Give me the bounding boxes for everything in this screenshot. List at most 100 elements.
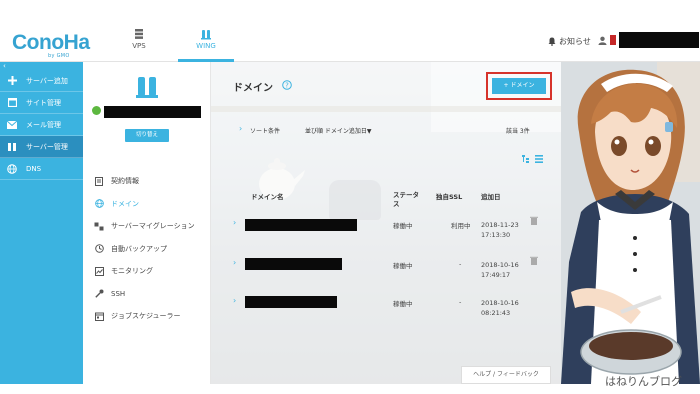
page-title: ドメイン xyxy=(233,83,273,94)
domain-ssl: 利用中 xyxy=(451,222,471,230)
globe-icon xyxy=(6,163,18,174)
menu-item-label: ジョブスケジューラー xyxy=(111,312,181,321)
scheduler-icon xyxy=(93,312,105,321)
main-content: ドメイン ? + ドメイン › ソート条件 並び順 ドメイン追加日▼ 該当 3件… xyxy=(211,62,700,384)
domain-table: ドメイン名 ステータス 独自SSL 追加日 › 稼働中 利用中 2018-11-… xyxy=(233,188,553,317)
bell-icon xyxy=(548,37,556,46)
conoha-logo[interactable]: ConoHa xyxy=(12,31,90,55)
server-name-redacted xyxy=(104,106,201,118)
date-value: 2018-10-16 xyxy=(481,299,519,307)
domain-status: 稼働中 xyxy=(393,222,413,230)
tab-wing-label: WING xyxy=(196,42,216,50)
expand-chevron-icon[interactable]: › xyxy=(233,218,236,227)
switch-server-button[interactable]: 切り替え xyxy=(125,129,169,142)
user-menu[interactable] xyxy=(598,32,699,48)
user-name-redacted xyxy=(619,32,699,48)
help-feedback-button[interactable]: ヘルプ / フィードバック xyxy=(461,366,551,384)
domain-ssl: - xyxy=(459,298,462,306)
domain-name-redacted xyxy=(245,258,342,270)
notifications-button[interactable]: お知らせ xyxy=(548,36,591,47)
domain-ssl: - xyxy=(459,260,462,268)
tab-vps[interactable]: VPS xyxy=(111,28,167,62)
sidebar-item-add-server[interactable]: サーバー追加 xyxy=(0,70,83,92)
tab-vps-label: VPS xyxy=(132,42,146,50)
column-header-status: ステータス xyxy=(393,191,419,208)
domain-added-date: 2018-10-16 08:21:43 xyxy=(481,298,519,318)
date-value: 2018-11-23 xyxy=(481,221,519,229)
list-view-icon[interactable] xyxy=(535,155,543,163)
menu-item-domain[interactable]: ドメイン xyxy=(93,193,211,216)
sidebar-item-site-management[interactable]: サイト管理 xyxy=(0,92,83,114)
main-sidebar: ‹ サーバー追加 サイト管理 メール管理 サーバー管理 DNS xyxy=(0,62,83,384)
monitoring-icon xyxy=(93,266,105,276)
sidebar-collapse-toggle[interactable]: ‹ xyxy=(0,62,83,70)
sidebar-item-server-management[interactable]: サーバー管理 xyxy=(0,136,83,158)
date-value: 2018-10-16 xyxy=(481,261,519,269)
column-header-domain: ドメイン名 xyxy=(251,193,284,201)
sidebar-item-label: DNS xyxy=(26,164,42,173)
add-domain-highlight: + ドメイン xyxy=(486,72,552,100)
domain-added-date: 2018-11-23 17:13:30 xyxy=(481,220,519,240)
menu-item-job-scheduler[interactable]: ジョブスケジューラー xyxy=(93,305,211,328)
menu-item-ssh[interactable]: SSH xyxy=(93,283,211,306)
result-count: 該当 3件 xyxy=(506,128,530,135)
sidebar-item-label: メール管理 xyxy=(26,120,61,129)
tab-wing[interactable]: WING xyxy=(178,28,234,62)
menu-item-label: 自動バックアップ xyxy=(111,244,167,253)
globe-icon xyxy=(93,199,105,209)
menu-item-label: SSH xyxy=(111,289,126,298)
domain-status: 稼働中 xyxy=(393,262,413,270)
sort-order-select[interactable]: 並び順 ドメイン追加日▼ xyxy=(305,126,372,135)
table-header: ドメイン名 ステータス 独自SSL 追加日 xyxy=(233,188,553,212)
table-row[interactable]: › 稼働中 利用中 2018-11-23 17:13:30 xyxy=(233,216,553,252)
menu-item-server-migration[interactable]: サーバーマイグレーション xyxy=(93,215,211,238)
menu-item-label: ドメイン xyxy=(111,199,139,208)
key-icon xyxy=(93,289,105,298)
table-row[interactable]: › 稼働中 - 2018-10-16 08:21:43 xyxy=(233,294,553,330)
domain-name-redacted xyxy=(245,219,357,231)
trash-icon[interactable] xyxy=(530,256,538,265)
migration-icon xyxy=(93,222,105,231)
column-header-ssl: 独自SSL xyxy=(436,193,463,201)
chevron-right-icon: › xyxy=(239,124,243,133)
sidebar-item-dns[interactable]: DNS xyxy=(0,158,83,180)
wing-server-icon xyxy=(201,30,211,40)
help-icon[interactable]: ? xyxy=(282,80,292,90)
time-value: 17:13:30 xyxy=(481,231,511,239)
contract-icon xyxy=(93,176,105,186)
server-submenu-panel: 切り替え 契約情報 ドメイン サーバーマイグレーション 自動バックアップ モニタ… xyxy=(83,62,211,384)
backup-icon xyxy=(93,244,105,254)
time-value: 17:49:17 xyxy=(481,271,511,279)
view-toggle xyxy=(522,155,543,163)
menu-item-auto-backup[interactable]: 自動バックアップ xyxy=(93,238,211,261)
add-domain-button[interactable]: + ドメイン xyxy=(492,78,546,94)
server-icon xyxy=(6,142,18,152)
menu-item-label: サーバーマイグレーション xyxy=(111,222,195,231)
sidebar-item-label: サーバー追加 xyxy=(26,76,68,85)
server-grid-icon xyxy=(135,29,143,39)
trash-icon[interactable] xyxy=(530,216,538,225)
logo-subtext: by GMO xyxy=(48,53,70,59)
tree-view-icon[interactable] xyxy=(522,155,530,163)
top-bar: ConoHa by GMO VPS WING お知らせ xyxy=(0,22,700,62)
expand-chevron-icon[interactable]: › xyxy=(233,258,236,267)
sidebar-item-label: サイト管理 xyxy=(26,98,61,107)
server-menu: 契約情報 ドメイン サーバーマイグレーション 自動バックアップ モニタリング S… xyxy=(93,170,211,328)
menu-item-contract[interactable]: 契約情報 xyxy=(93,170,211,193)
sort-label: ソート条件 xyxy=(250,128,281,135)
server-status-indicator xyxy=(92,106,101,115)
mail-icon xyxy=(6,120,18,129)
expand-chevron-icon[interactable]: › xyxy=(233,296,236,305)
domain-name-redacted xyxy=(245,296,337,308)
maid-character-illustration xyxy=(561,62,700,384)
notifications-label: お知らせ xyxy=(559,37,591,46)
time-value: 08:21:43 xyxy=(481,309,511,317)
sort-bar[interactable]: › ソート条件 並び順 ドメイン追加日▼ 該当 3件 xyxy=(236,124,556,136)
window-icon xyxy=(6,98,18,107)
svg-text:?: ? xyxy=(285,82,289,90)
domain-added-date: 2018-10-16 17:49:17 xyxy=(481,260,519,280)
menu-item-monitoring[interactable]: モニタリング xyxy=(93,260,211,283)
table-row[interactable]: › 稼働中 - 2018-10-16 17:49:17 xyxy=(233,256,553,292)
user-icon xyxy=(598,36,607,45)
sidebar-item-mail-management[interactable]: メール管理 xyxy=(0,114,83,136)
